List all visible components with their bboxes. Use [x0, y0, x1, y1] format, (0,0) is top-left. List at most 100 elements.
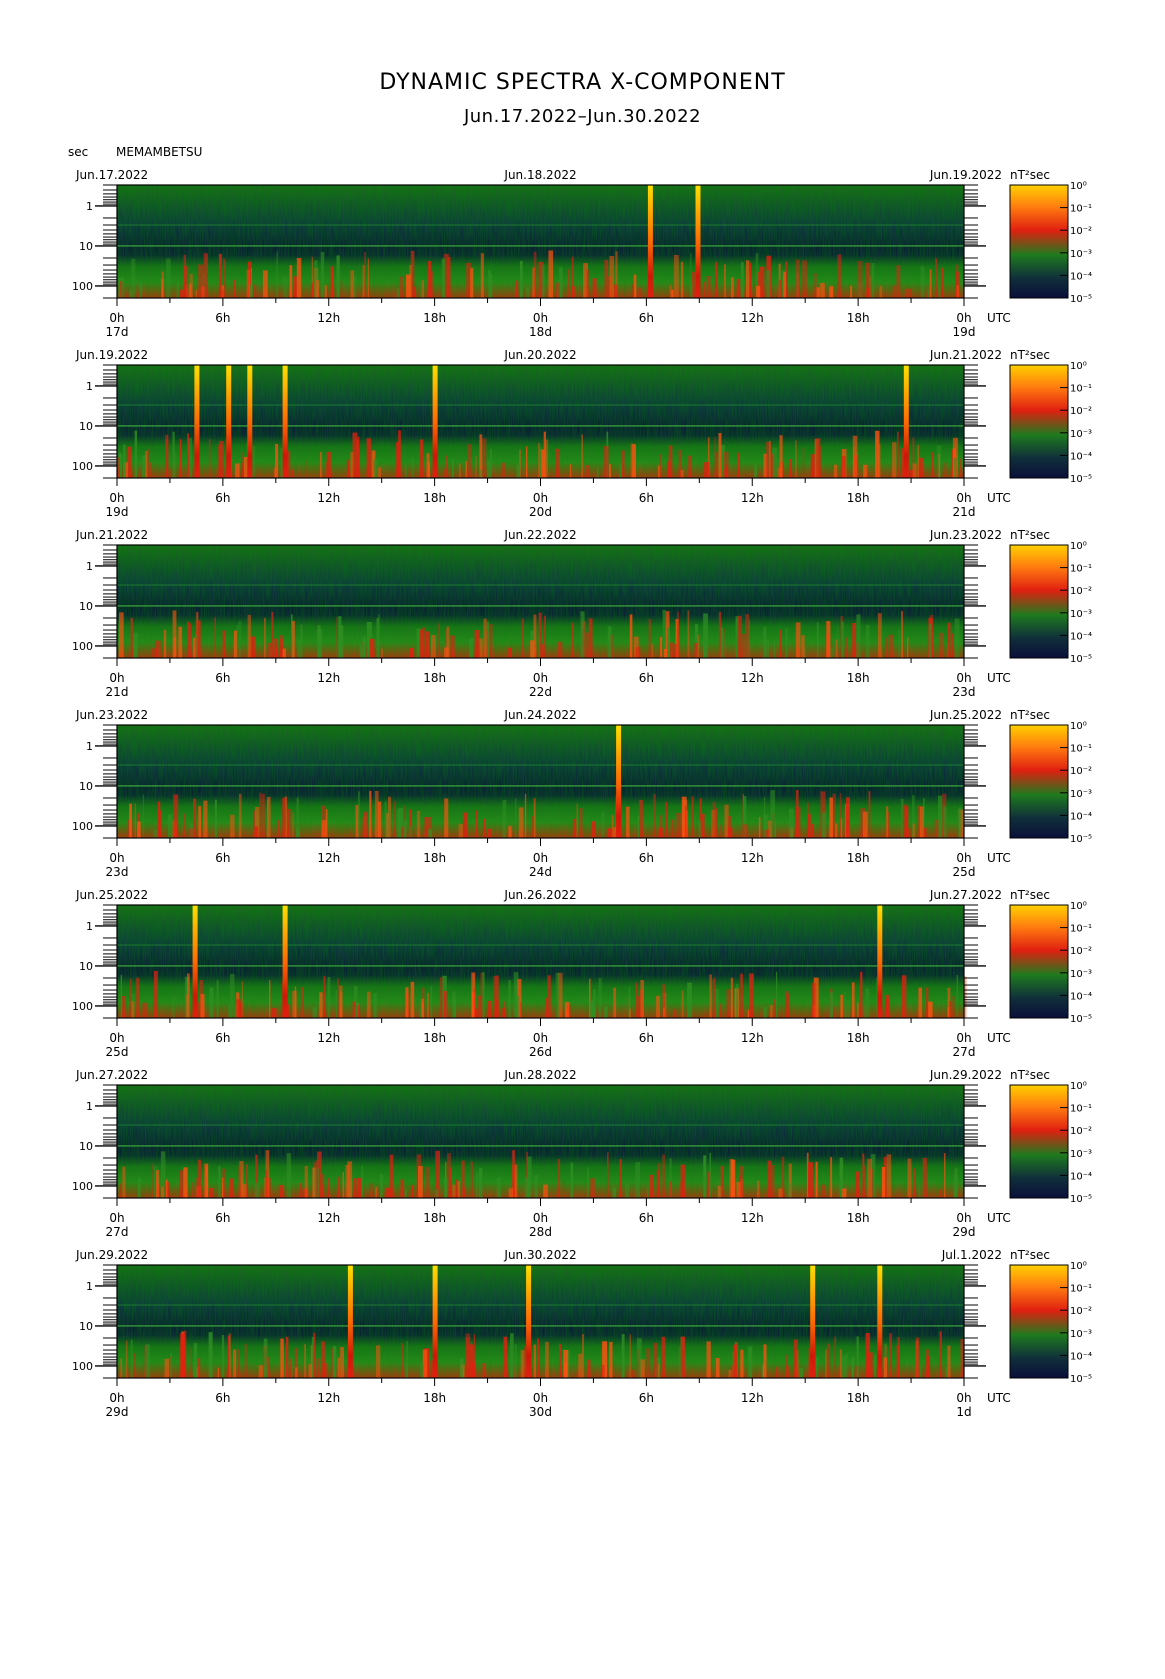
activity-streak — [907, 1158, 912, 1198]
activity-streak — [740, 262, 744, 298]
activity-streak — [277, 820, 280, 838]
activity-streak — [197, 1358, 201, 1378]
activity-streak — [544, 615, 546, 658]
activity-streak — [142, 794, 144, 838]
activity-streak — [147, 449, 149, 478]
activity-streak — [316, 1160, 318, 1198]
colorbar-unit-label: nT²sec — [1010, 708, 1050, 722]
activity-streak — [428, 828, 433, 838]
activity-streak — [633, 274, 637, 298]
activity-streak — [406, 1340, 408, 1378]
x-tick-label: 18h — [423, 851, 446, 865]
activity-streak — [378, 467, 381, 478]
x-tick-label: 18h — [423, 311, 446, 325]
activity-streak — [728, 1369, 732, 1378]
panel-date-start: Jun.25.2022 — [75, 888, 148, 902]
panel-date-start: Jun.19.2022 — [75, 348, 148, 362]
colorbar-tick-label: 10⁻² — [1070, 946, 1092, 957]
colorbar-tick-label: 10⁰ — [1070, 1261, 1087, 1272]
activity-streak — [209, 987, 214, 1018]
x-axis-utc-label: UTC — [987, 491, 1011, 505]
activity-streak — [564, 1001, 570, 1018]
activity-streak — [592, 278, 597, 298]
activity-streak — [852, 447, 855, 478]
activity-streak — [820, 282, 825, 298]
x-tick-label: 12h — [317, 851, 340, 865]
colorbar-tick-label: 10⁻¹ — [1070, 564, 1092, 575]
activity-streak — [545, 998, 548, 1018]
activity-streak — [646, 1348, 651, 1378]
panel-date-mid: Jun.26.2022 — [503, 888, 576, 902]
x-tick-label: 0h — [533, 311, 548, 325]
activity-streak — [901, 975, 907, 1018]
activity-streak — [889, 1333, 892, 1378]
activity-streak — [835, 823, 838, 838]
activity-streak — [325, 461, 328, 478]
activity-streak — [628, 987, 631, 1018]
activity-streak — [150, 462, 152, 478]
activity-streak — [425, 631, 430, 658]
activity-streak — [763, 627, 767, 658]
activity-streak — [897, 431, 899, 478]
activity-streak — [275, 443, 279, 478]
activity-streak — [317, 629, 322, 658]
activity-streak — [740, 1349, 744, 1378]
x-tick-label: 18h — [847, 491, 870, 505]
activity-streak — [587, 1167, 589, 1198]
activity-streak — [524, 793, 527, 838]
activity-streak — [922, 1157, 927, 1198]
activity-streak — [570, 464, 573, 478]
x-tick-label: 12h — [317, 671, 340, 685]
activity-streak — [581, 434, 583, 478]
activity-streak — [320, 252, 325, 298]
activity-streak — [557, 1159, 561, 1198]
activity-streak — [156, 1170, 160, 1198]
activity-streak — [785, 628, 788, 658]
activity-streak — [621, 1334, 625, 1378]
activity-streak — [375, 1186, 378, 1198]
activity-streak — [624, 1182, 629, 1198]
activity-streak — [465, 461, 467, 478]
activity-streak — [530, 640, 535, 658]
activity-streak — [241, 451, 243, 478]
x-tick-label: 12h — [317, 491, 340, 505]
activity-streak — [825, 1349, 827, 1378]
activity-streak — [709, 974, 712, 1018]
activity-streak — [526, 446, 528, 478]
y-tick-label: 100 — [72, 1180, 93, 1193]
activity-streak — [588, 1359, 591, 1378]
activity-streak — [397, 288, 400, 298]
activity-streak — [730, 977, 733, 1018]
colorbar — [1009, 1264, 1069, 1379]
activity-streak — [723, 632, 725, 658]
activity-streak — [123, 444, 126, 478]
event-burst — [877, 1265, 883, 1378]
x-tick-label: 0h — [533, 1391, 548, 1405]
panel-date-mid: Jun.24.2022 — [503, 708, 576, 722]
event-burst — [347, 1265, 353, 1378]
colorbar-tick-label: 10⁻⁵ — [1070, 294, 1092, 305]
activity-streak — [826, 1343, 831, 1378]
activity-streak — [607, 1152, 609, 1198]
day-label: 26d — [529, 1045, 552, 1059]
activity-streak — [145, 1344, 150, 1378]
activity-streak — [479, 469, 483, 478]
activity-streak — [173, 794, 179, 838]
activity-streak — [455, 1179, 458, 1198]
activity-streak — [378, 614, 380, 658]
activity-streak — [214, 617, 216, 658]
activity-streak — [404, 464, 407, 478]
x-tick-label: 18h — [423, 491, 446, 505]
activity-streak — [632, 444, 636, 478]
activity-streak — [691, 796, 694, 838]
activity-streak — [321, 1341, 325, 1378]
panel-date-start: Jun.27.2022 — [75, 1068, 148, 1082]
spectrum-panel-7: Jun.29.2022 Jun.30.2022 Jul.1.2022 nT²sec 1 1… — [72, 1248, 1092, 1419]
activity-streak — [420, 439, 424, 478]
activity-streak — [533, 251, 537, 298]
activity-streak — [690, 252, 692, 298]
activity-streak — [662, 1154, 665, 1198]
activity-streak — [424, 817, 428, 838]
activity-streak — [954, 618, 960, 658]
day-label: 25d — [953, 865, 976, 879]
